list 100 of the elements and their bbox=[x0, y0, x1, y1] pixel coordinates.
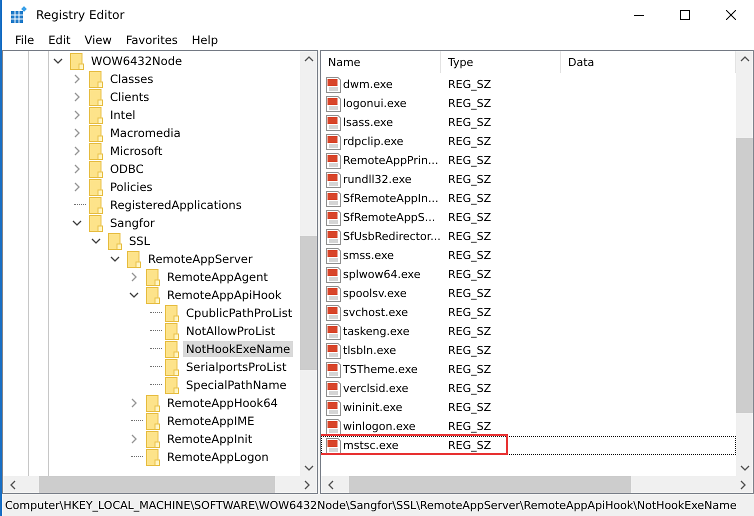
collapse-caret-icon[interactable] bbox=[91, 236, 101, 246]
collapse-caret-icon[interactable] bbox=[110, 254, 120, 264]
tree-item[interactable]: Sangfor bbox=[107, 215, 158, 231]
document-icon bbox=[326, 228, 341, 244]
expand-caret-icon[interactable] bbox=[72, 110, 82, 120]
tree-item[interactable]: RemoteAppAgent bbox=[164, 269, 271, 285]
collapse-caret-icon[interactable] bbox=[72, 218, 82, 228]
value-type: REG_SZ bbox=[447, 154, 492, 167]
document-icon bbox=[326, 438, 341, 454]
document-icon bbox=[326, 152, 341, 168]
value-row[interactable]: TSTheme.exe REG_SZ bbox=[321, 360, 736, 379]
scroll-down-icon[interactable] bbox=[304, 464, 314, 472]
value-row[interactable]: splwow64.exe REG_SZ bbox=[321, 265, 736, 284]
expand-caret-icon[interactable] bbox=[129, 434, 139, 444]
value-type: REG_SZ bbox=[447, 135, 492, 148]
collapse-caret-icon[interactable] bbox=[53, 56, 63, 66]
scroll-right-icon[interactable] bbox=[303, 480, 311, 490]
tree-item[interactable]: Policies bbox=[107, 179, 156, 195]
tree-item[interactable]: SpecialPathName bbox=[183, 377, 290, 393]
value-row[interactable]: winlogon.exe REG_SZ bbox=[321, 417, 736, 436]
tree-item[interactable]: RemoteAppInit bbox=[164, 431, 256, 447]
value-row[interactable]: spoolsv.exe REG_SZ bbox=[321, 284, 736, 303]
close-icon bbox=[726, 10, 736, 20]
expand-caret-icon[interactable] bbox=[72, 164, 82, 174]
value-row[interactable]: dwm.exe REG_SZ bbox=[321, 75, 736, 94]
expand-caret-icon[interactable] bbox=[72, 182, 82, 192]
tree-item[interactable]: RemoteAppIME bbox=[164, 413, 258, 429]
tree-item[interactable]: WOW6432Node bbox=[88, 53, 186, 69]
value-row[interactable]: smss.exe REG_SZ bbox=[321, 246, 736, 265]
tree-item[interactable]: Classes bbox=[107, 71, 156, 87]
value-name: dwm.exe bbox=[343, 78, 394, 91]
scroll-thumb[interactable] bbox=[300, 236, 317, 370]
tree-item[interactable]: RemoteAppApiHook bbox=[164, 287, 285, 303]
scroll-thumb[interactable] bbox=[39, 476, 276, 493]
menu-item[interactable]: File bbox=[8, 33, 42, 47]
tree-item[interactable]: SerialportsProList bbox=[183, 359, 290, 375]
horizontal-scrollbar[interactable] bbox=[321, 476, 753, 493]
expand-caret-icon[interactable] bbox=[72, 146, 82, 156]
value-row[interactable]: rdpclip.exe REG_SZ bbox=[321, 132, 736, 151]
value-row[interactable]: SfUsbRedirector... REG_SZ bbox=[321, 227, 736, 246]
tree-item[interactable]: RemoteAppHook64 bbox=[164, 395, 281, 411]
tree-item[interactable]: NotHookExeName bbox=[183, 341, 294, 357]
value-name: SfRemoteAppIn... bbox=[343, 192, 440, 205]
value-name: splwow64.exe bbox=[343, 268, 422, 281]
scroll-right-icon[interactable] bbox=[739, 480, 747, 490]
value-row[interactable]: RemoteAppPrin... REG_SZ bbox=[321, 151, 736, 170]
value-row[interactable]: rundll32.exe REG_SZ bbox=[321, 170, 736, 189]
expand-caret-icon[interactable] bbox=[72, 128, 82, 138]
collapse-caret-icon[interactable] bbox=[129, 290, 139, 300]
value-name: rundll32.exe bbox=[343, 173, 413, 186]
value-name: SfRemoteAppS... bbox=[343, 211, 436, 224]
tree-item[interactable]: Microsoft bbox=[107, 143, 166, 159]
expand-caret-icon[interactable] bbox=[129, 272, 139, 282]
scroll-up-icon[interactable] bbox=[304, 55, 314, 63]
value-row[interactable]: taskeng.exe REG_SZ bbox=[321, 322, 736, 341]
menu-item[interactable]: Favorites bbox=[118, 33, 185, 47]
value-row[interactable]: tlsbln.exe REG_SZ bbox=[321, 341, 736, 360]
value-row[interactable]: svchost.exe REG_SZ bbox=[321, 303, 736, 322]
expand-caret-icon[interactable] bbox=[72, 92, 82, 102]
tree-item[interactable]: RemoteAppLogon bbox=[164, 449, 272, 465]
vertical-scrollbar[interactable] bbox=[736, 51, 753, 476]
value-row[interactable]: lsass.exe REG_SZ bbox=[321, 113, 736, 132]
value-row[interactable]: SfRemoteAppIn... REG_SZ bbox=[321, 189, 736, 208]
value-row[interactable]: logonui.exe REG_SZ bbox=[321, 94, 736, 113]
menu-item[interactable]: Help bbox=[184, 33, 225, 47]
scroll-up-icon[interactable] bbox=[740, 55, 750, 63]
scroll-thumb[interactable] bbox=[736, 138, 753, 413]
column-header[interactable]: Name bbox=[321, 51, 441, 73]
tree-item[interactable]: NotAllowProList bbox=[183, 323, 278, 339]
tree-item[interactable]: Clients bbox=[107, 89, 152, 105]
folder-icon bbox=[89, 214, 103, 232]
tree-item[interactable]: Macromedia bbox=[107, 125, 184, 141]
tree-item[interactable]: ODBC bbox=[107, 161, 147, 177]
scroll-thumb[interactable] bbox=[348, 476, 632, 493]
expand-caret-icon[interactable] bbox=[129, 398, 139, 408]
value-type: REG_SZ bbox=[447, 249, 492, 262]
maximize-icon bbox=[680, 10, 690, 20]
tree-item[interactable]: SSL bbox=[126, 233, 154, 249]
grid-icon bbox=[10, 6, 28, 24]
menu-item[interactable]: View bbox=[78, 33, 119, 47]
expand-caret-icon[interactable] bbox=[72, 74, 82, 84]
tree-item[interactable]: Intel bbox=[107, 107, 138, 123]
value-type: REG_SZ bbox=[447, 173, 492, 186]
value-row[interactable]: verclsid.exe REG_SZ bbox=[321, 379, 736, 398]
column-header[interactable]: Type bbox=[441, 51, 561, 73]
vertical-scrollbar[interactable] bbox=[300, 51, 317, 476]
tree-item[interactable]: CpublicPathProList bbox=[183, 305, 296, 321]
horizontal-scrollbar[interactable] bbox=[3, 476, 317, 493]
document-icon bbox=[326, 134, 341, 150]
tree-item[interactable]: RemoteAppServer bbox=[145, 251, 256, 267]
menu-item[interactable]: Edit bbox=[41, 33, 78, 47]
folder-icon bbox=[89, 88, 103, 106]
tree-item[interactable]: RegisteredApplications bbox=[107, 197, 245, 213]
value-row[interactable]: SfRemoteAppS... REG_SZ bbox=[321, 208, 736, 227]
value-row[interactable]: wininit.exe REG_SZ bbox=[321, 398, 736, 417]
scroll-down-icon[interactable] bbox=[740, 464, 750, 472]
scroll-left-icon[interactable] bbox=[327, 480, 335, 490]
folder-icon bbox=[70, 52, 84, 70]
scroll-left-icon[interactable] bbox=[9, 480, 17, 490]
value-row[interactable]: mstsc.exe REG_SZ bbox=[321, 436, 736, 455]
